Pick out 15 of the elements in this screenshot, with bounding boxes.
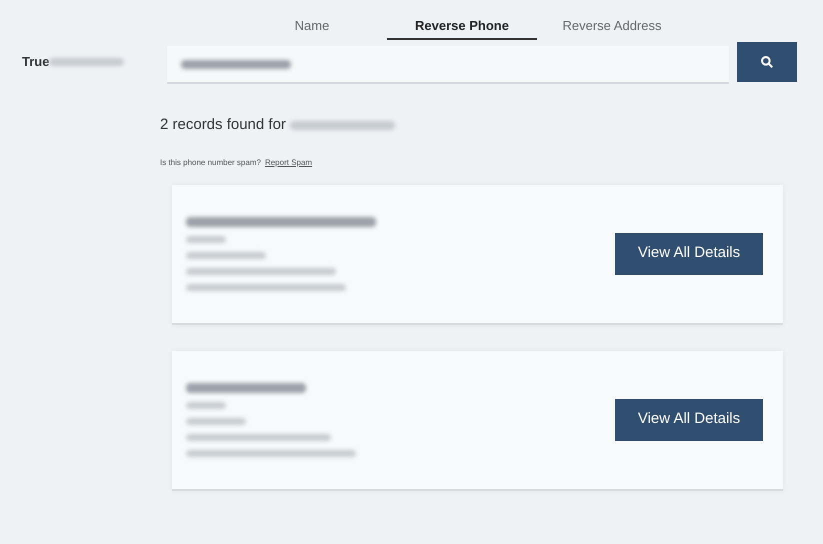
logo-text: True <box>22 53 50 72</box>
redacted-bar <box>186 418 246 424</box>
redacted-bar <box>186 236 226 242</box>
search-button[interactable] <box>737 42 797 82</box>
search-tab[interactable]: Name <box>237 16 387 40</box>
view-details-button[interactable]: View All Details <box>615 398 763 440</box>
results-heading: 2 records found for <box>160 115 286 135</box>
search-icon <box>760 55 774 69</box>
search-field[interactable] <box>167 46 729 84</box>
view-details-button[interactable]: View All Details <box>615 232 763 274</box>
spam-question: Is this phone number spam? <box>160 156 261 168</box>
search-tab[interactable]: Reverse Phone <box>387 16 537 40</box>
redacted-bar <box>186 402 226 408</box>
report-spam-link[interactable]: Report Spam <box>264 156 312 168</box>
search-tab[interactable]: Reverse Address <box>537 16 687 40</box>
